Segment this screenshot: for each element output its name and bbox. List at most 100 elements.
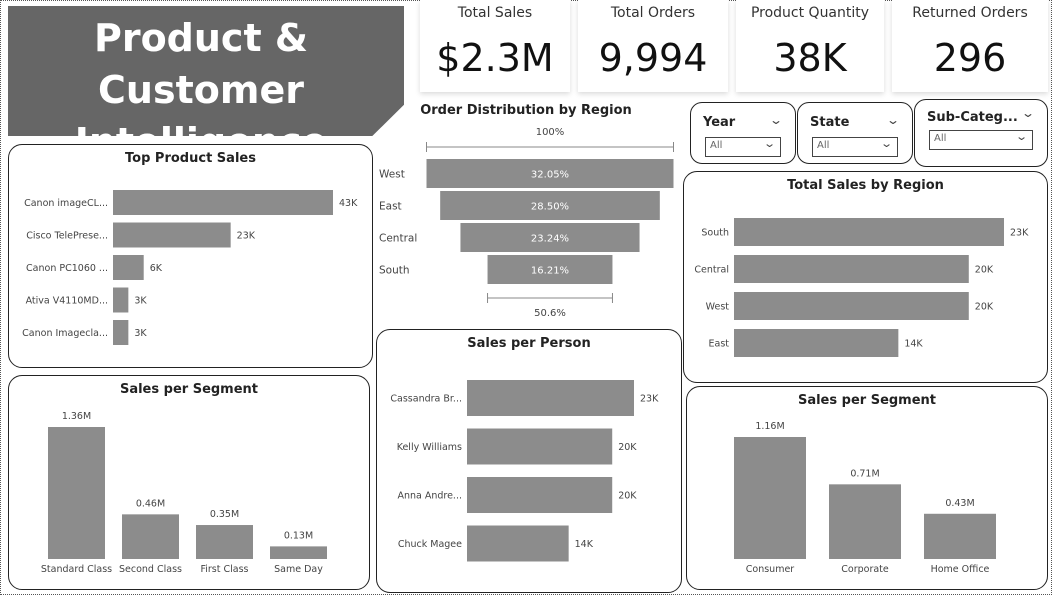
data-label: 14K	[575, 539, 594, 550]
funnel-value-label: 32.05%	[531, 170, 569, 181]
funnel-value-label: 28.50%	[531, 202, 569, 213]
category-label: Second Class	[119, 564, 182, 575]
category-label: West	[706, 302, 730, 313]
bar	[924, 513, 996, 559]
bar	[196, 525, 253, 559]
funnel-bottom-label: 50.6%	[534, 308, 566, 319]
data-label: 0.46M	[136, 498, 165, 509]
category-label: Anna Andre...	[397, 491, 462, 502]
dropdown-value: All	[817, 140, 830, 151]
kpi-value: $2.3M	[436, 36, 554, 80]
chevron-down-icon: ⌄	[762, 137, 776, 150]
kpi-value: 296	[933, 36, 1007, 80]
kpi-value: 38K	[773, 36, 847, 80]
data-label: 0.71M	[850, 468, 879, 479]
funnel-stage-label: West	[379, 169, 405, 181]
bar	[270, 546, 327, 559]
subcategory-slicer[interactable]: Sub-Categ... ⌄ All ⌄	[914, 99, 1048, 167]
bar	[734, 292, 969, 320]
state-slicer[interactable]: State ⌄ All ⌄	[797, 102, 913, 164]
category-label: South	[701, 228, 729, 239]
chevron-down-icon[interactable]: ⌄	[886, 113, 900, 127]
kpi-label: Total Sales	[457, 5, 533, 21]
data-label: 1.36M	[62, 411, 91, 422]
funnel-stage-label: South	[379, 265, 410, 277]
bar	[829, 484, 901, 559]
category-label: Chuck Magee	[398, 539, 462, 550]
data-label: 3K	[134, 296, 147, 307]
data-label: 0.13M	[284, 530, 313, 541]
dropdown-value: All	[710, 140, 723, 151]
kpi-label: Total Orders	[610, 5, 696, 21]
sales-per-segment-ship-card: Sales per Segment 1.36M Standard Class 0.4…	[8, 375, 370, 590]
top-product-sales-chart: Canon imageCL... 43K Cisco TelePrese... 23K…	[22, 190, 358, 345]
data-label: 20K	[975, 302, 994, 313]
funnel-stage-label: East	[379, 201, 402, 213]
category-label: Same Day	[274, 564, 323, 575]
data-label: 3K	[134, 328, 147, 339]
order-distribution-funnel: 100% West 32.05% East 28.50% Central 23.24% Sou…	[379, 127, 674, 319]
data-label: 23K	[237, 231, 256, 242]
category-label: Cassandra Br...	[390, 394, 462, 405]
funnel-stage-label: Central	[379, 233, 417, 245]
data-label: 6K	[150, 263, 163, 274]
year-dropdown[interactable]: All ⌄	[705, 137, 781, 157]
category-label: Kelly Williams	[397, 442, 462, 453]
bar	[48, 427, 105, 559]
category-label: Corporate	[841, 564, 889, 575]
data-label: 0.35M	[210, 509, 239, 520]
dropdown-value: All	[934, 133, 947, 144]
kpi-value: 9,994	[598, 36, 708, 80]
order-distribution-card: Order Distribution by Region 100% West 32.…	[374, 100, 678, 326]
category-label: First Class	[200, 564, 248, 575]
slicer-title: Year	[703, 115, 736, 130]
bar	[467, 525, 569, 562]
data-label: 43K	[339, 198, 358, 209]
year-slicer[interactable]: Year ⌄ All ⌄	[690, 102, 796, 164]
category-label: East	[709, 339, 730, 350]
bar	[113, 190, 333, 215]
category-label: Canon imageCL...	[24, 198, 108, 209]
data-label: 20K	[975, 265, 994, 276]
bar	[122, 514, 179, 559]
funnel-value-label: 23.24%	[531, 234, 569, 245]
data-label: 23K	[640, 394, 659, 405]
top-product-sales-card: Top Product Sales Canon imageCL... 43K Cis…	[8, 144, 373, 368]
sales-per-segment-ship-chart: 1.36M Standard Class 0.46M Second Class 0.35…	[41, 411, 327, 575]
kpi-returned-orders: Returned Orders 296	[892, 0, 1048, 92]
bar	[113, 222, 231, 248]
data-label: 20K	[618, 442, 637, 453]
slicer-title: State	[810, 115, 850, 130]
chevron-down-icon: ⌄	[1014, 130, 1028, 143]
category-label: Standard Class	[41, 564, 112, 575]
sales-per-person-card: Sales per Person Cassandra Br... 23K Kelly…	[376, 329, 682, 593]
bar	[113, 255, 144, 280]
bar	[734, 218, 1004, 246]
title-line-1: Product & Customer	[93, 16, 308, 112]
bar	[734, 329, 899, 357]
kpi-total-sales: Total Sales $2.3M	[420, 0, 570, 92]
kpi-label: Returned Orders	[912, 5, 1028, 21]
category-label: Ativa V4110MD...	[26, 296, 108, 307]
category-label: Central	[694, 265, 729, 276]
kpi-total-orders: Total Orders 9,994	[578, 0, 728, 92]
slicer-title: Sub-Categ...	[927, 110, 1018, 125]
total-sales-region-card: Total Sales by Region South 23K Central 20K…	[683, 171, 1048, 383]
state-dropdown[interactable]: All ⌄	[812, 137, 898, 157]
category-label: Cisco TelePrese...	[26, 231, 108, 242]
bar	[113, 320, 129, 345]
bar	[113, 287, 129, 313]
category-label: Canon Imagecla...	[22, 328, 108, 339]
chevron-down-icon[interactable]: ⌄	[1021, 106, 1035, 120]
chevron-down-icon: ⌄	[879, 137, 893, 150]
bar	[734, 437, 806, 559]
kpi-product-quantity: Product Quantity 38K	[736, 0, 884, 92]
subcategory-dropdown[interactable]: All ⌄	[929, 130, 1033, 150]
kpi-label: Product Quantity	[750, 5, 870, 21]
data-label: 14K	[904, 339, 923, 350]
chevron-down-icon[interactable]: ⌄	[769, 113, 783, 127]
total-sales-region-chart: South 23K Central 20K West 20K East 14K	[694, 218, 1029, 357]
data-label: 20K	[618, 491, 637, 502]
sales-per-person-chart: Cassandra Br... 23K Kelly Williams 20K Anna …	[390, 380, 659, 562]
data-label: 0.43M	[945, 498, 974, 509]
